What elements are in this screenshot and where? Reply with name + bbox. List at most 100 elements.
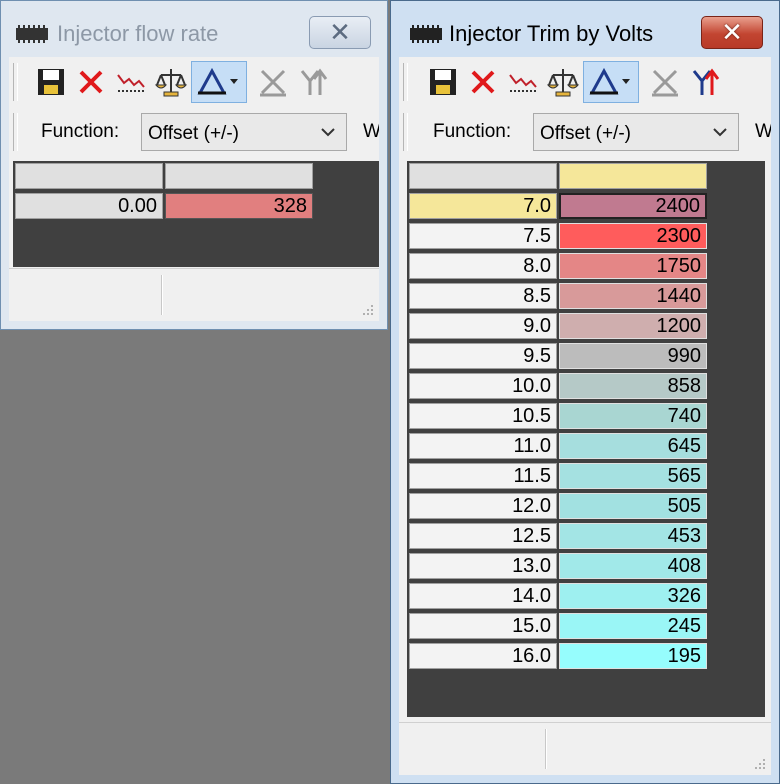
- close-button[interactable]: ✕: [701, 16, 763, 49]
- function-bar-grip[interactable]: [403, 113, 408, 151]
- function-bar: Function: Offset (+/-) W: [399, 109, 771, 155]
- interpolate-dropdown-icon: [197, 67, 238, 95]
- clear-axis-icon: [652, 69, 678, 97]
- function-label: Function:: [433, 121, 512, 142]
- window-injector-trim-by-volts: Injector Trim by Volts ✕ Function: Offse…: [390, 0, 780, 784]
- save-button[interactable]: [31, 61, 71, 103]
- toolbar-grip[interactable]: [403, 63, 408, 101]
- interpolate-dropdown-icon: [589, 67, 630, 95]
- merge-icon: [692, 68, 720, 95]
- status-bar: [399, 722, 771, 775]
- row-axis-cell[interactable]: 0.00: [15, 193, 163, 219]
- value-cell[interactable]: 195: [559, 643, 707, 669]
- delete-icon: [79, 70, 103, 94]
- delete-button[interactable]: [71, 61, 111, 103]
- delete-icon: [471, 70, 495, 94]
- row-axis-cell[interactable]: 9.0: [409, 313, 557, 339]
- value-cell[interactable]: 2400: [559, 193, 707, 219]
- value-cell[interactable]: 645: [559, 433, 707, 459]
- row-axis-cell[interactable]: 10.5: [409, 403, 557, 429]
- function-bar-grip[interactable]: [13, 113, 18, 151]
- graph-button[interactable]: [503, 61, 543, 103]
- interpolate-dropdown-button[interactable]: [583, 61, 639, 103]
- resize-grip-icon[interactable]: [753, 757, 767, 771]
- row-axis-cell[interactable]: 11.5: [409, 463, 557, 489]
- value-cell[interactable]: 858: [559, 373, 707, 399]
- chip-icon: [16, 25, 48, 43]
- value-cell[interactable]: 740: [559, 403, 707, 429]
- graph-icon: [117, 74, 145, 92]
- row-axis-cell[interactable]: 7.0: [409, 193, 557, 219]
- value-cell[interactable]: 1200: [559, 313, 707, 339]
- graph-button[interactable]: [111, 61, 151, 103]
- window-title: Injector Trim by Volts: [449, 21, 654, 46]
- value-cell[interactable]: 326: [559, 583, 707, 609]
- close-icon: ✕: [329, 17, 351, 47]
- status-bar: [9, 268, 379, 321]
- function-select[interactable]: Offset (+/-): [141, 113, 347, 151]
- function-select-value: Offset (+/-): [148, 123, 239, 144]
- table-grid: 7.0 2400 7.5 2300 8.0 1750 8.5 1440 9.0 1200 9.5 99…: [407, 161, 765, 717]
- title-bar[interactable]: Injector Trim by Volts ✕: [391, 1, 779, 51]
- value-cell[interactable]: 1440: [559, 283, 707, 309]
- delete-button[interactable]: [463, 61, 503, 103]
- clear-axis-button[interactable]: [645, 61, 685, 103]
- clear-axis-button[interactable]: [253, 61, 293, 103]
- row-axis-cell[interactable]: 15.0: [409, 613, 557, 639]
- row-axis-cell[interactable]: 7.5: [409, 223, 557, 249]
- resize-grip-icon[interactable]: [361, 303, 375, 317]
- close-button[interactable]: ✕: [309, 16, 371, 49]
- function-bar-overflow-label: W: [755, 121, 771, 142]
- row-axis-cell[interactable]: 12.5: [409, 523, 557, 549]
- scale-button[interactable]: [151, 61, 191, 103]
- interpolate-dropdown-button[interactable]: [191, 61, 247, 103]
- scale-icon: [155, 69, 187, 97]
- column-header-cell[interactable]: [165, 163, 313, 189]
- save-icon: [38, 69, 64, 95]
- save-icon: [430, 69, 456, 95]
- merge-icon: [300, 68, 328, 95]
- corner-header-cell: [409, 163, 557, 189]
- toolbar: [9, 57, 379, 107]
- status-separator: [161, 275, 163, 315]
- row-axis-cell[interactable]: 13.0: [409, 553, 557, 579]
- value-cell[interactable]: 245: [559, 613, 707, 639]
- value-cell[interactable]: 565: [559, 463, 707, 489]
- function-label: Function:: [41, 121, 120, 142]
- window-client: Function: Offset (+/-) W 7.0 2400 7.5 2300 8…: [399, 57, 771, 775]
- merge-button[interactable]: [685, 61, 725, 103]
- row-axis-cell[interactable]: 8.5: [409, 283, 557, 309]
- scale-icon: [547, 69, 579, 97]
- row-axis-cell[interactable]: 8.0: [409, 253, 557, 279]
- merge-button[interactable]: [293, 61, 333, 103]
- row-axis-cell[interactable]: 10.0: [409, 373, 557, 399]
- row-axis-cell[interactable]: 14.0: [409, 583, 557, 609]
- value-cell[interactable]: 408: [559, 553, 707, 579]
- value-cell[interactable]: 505: [559, 493, 707, 519]
- table-grid: 0.00 328: [13, 161, 379, 267]
- save-button[interactable]: [423, 61, 463, 103]
- value-cell[interactable]: 328: [165, 193, 313, 219]
- close-icon: ✕: [721, 17, 743, 47]
- value-cell[interactable]: 2300: [559, 223, 707, 249]
- column-header-cell[interactable]: [559, 163, 707, 189]
- clear-axis-icon: [260, 69, 286, 97]
- window-client: Function: Offset (+/-) W 0.00 328: [9, 57, 379, 321]
- row-axis-cell[interactable]: 16.0: [409, 643, 557, 669]
- window-injector-flow-rate: Injector flow rate ✕ Function: Offset (+…: [0, 0, 388, 330]
- chip-icon: [410, 25, 442, 43]
- toolbar-grip[interactable]: [13, 63, 18, 101]
- value-cell[interactable]: 453: [559, 523, 707, 549]
- function-bar: Function: Offset (+/-) W: [9, 109, 379, 155]
- function-select[interactable]: Offset (+/-): [533, 113, 739, 151]
- toolbar: [399, 57, 771, 107]
- title-bar[interactable]: Injector flow rate ✕: [1, 1, 387, 51]
- graph-icon: [509, 74, 537, 92]
- corner-header-cell: [15, 163, 163, 189]
- row-axis-cell[interactable]: 12.0: [409, 493, 557, 519]
- row-axis-cell[interactable]: 9.5: [409, 343, 557, 369]
- row-axis-cell[interactable]: 11.0: [409, 433, 557, 459]
- scale-button[interactable]: [543, 61, 583, 103]
- value-cell[interactable]: 1750: [559, 253, 707, 279]
- value-cell[interactable]: 990: [559, 343, 707, 369]
